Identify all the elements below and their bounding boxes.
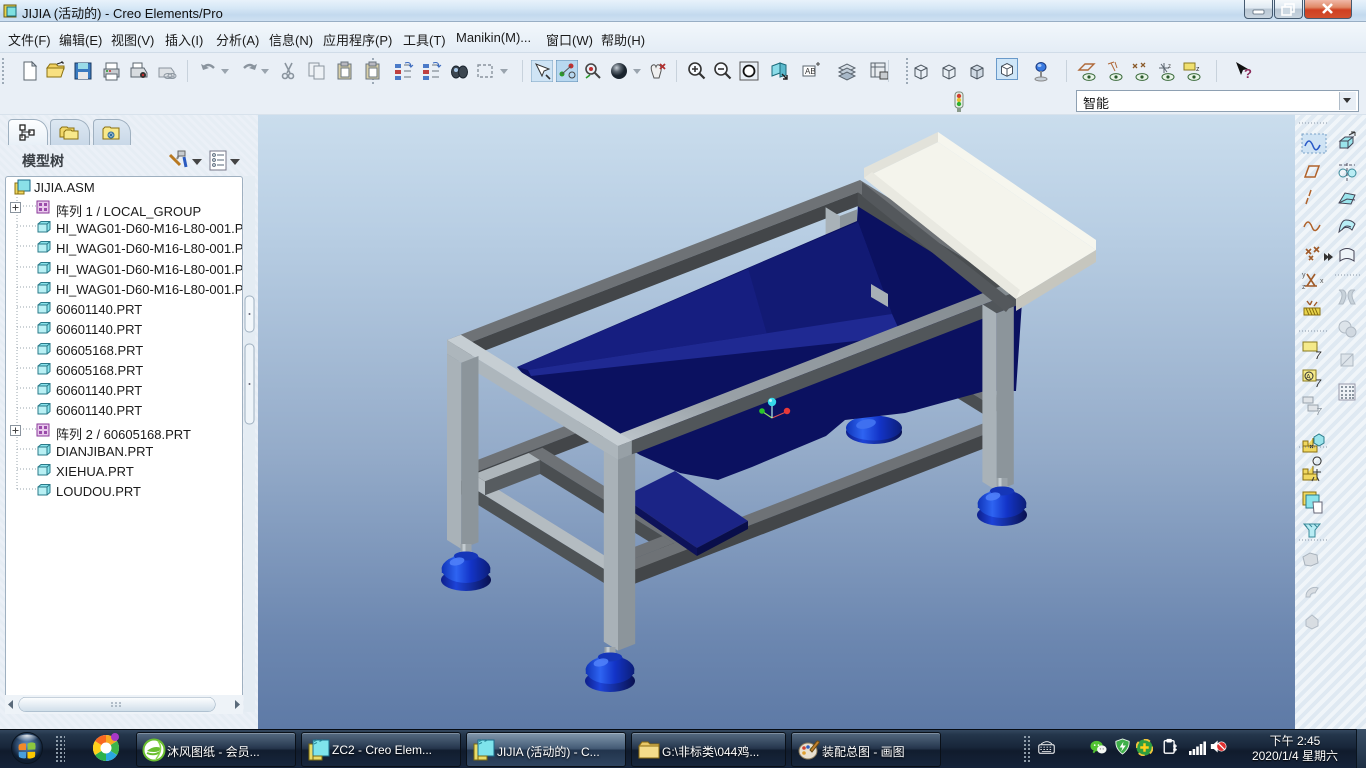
svg-text:A: A xyxy=(1306,374,1311,381)
svg-text:z: z xyxy=(1168,64,1171,70)
svg-text:7: 7 xyxy=(1316,407,1322,418)
svg-text:z: z xyxy=(1302,284,1306,291)
svg-text:?: ? xyxy=(1244,66,1252,81)
svg-text:x: x xyxy=(1320,278,1324,285)
svg-text:7: 7 xyxy=(1315,378,1322,390)
svg-text:z: z xyxy=(1196,66,1200,73)
svg-text:AB: AB xyxy=(805,67,816,76)
svg-text:y: y xyxy=(1302,272,1306,279)
svg-text:7: 7 xyxy=(1315,350,1322,362)
